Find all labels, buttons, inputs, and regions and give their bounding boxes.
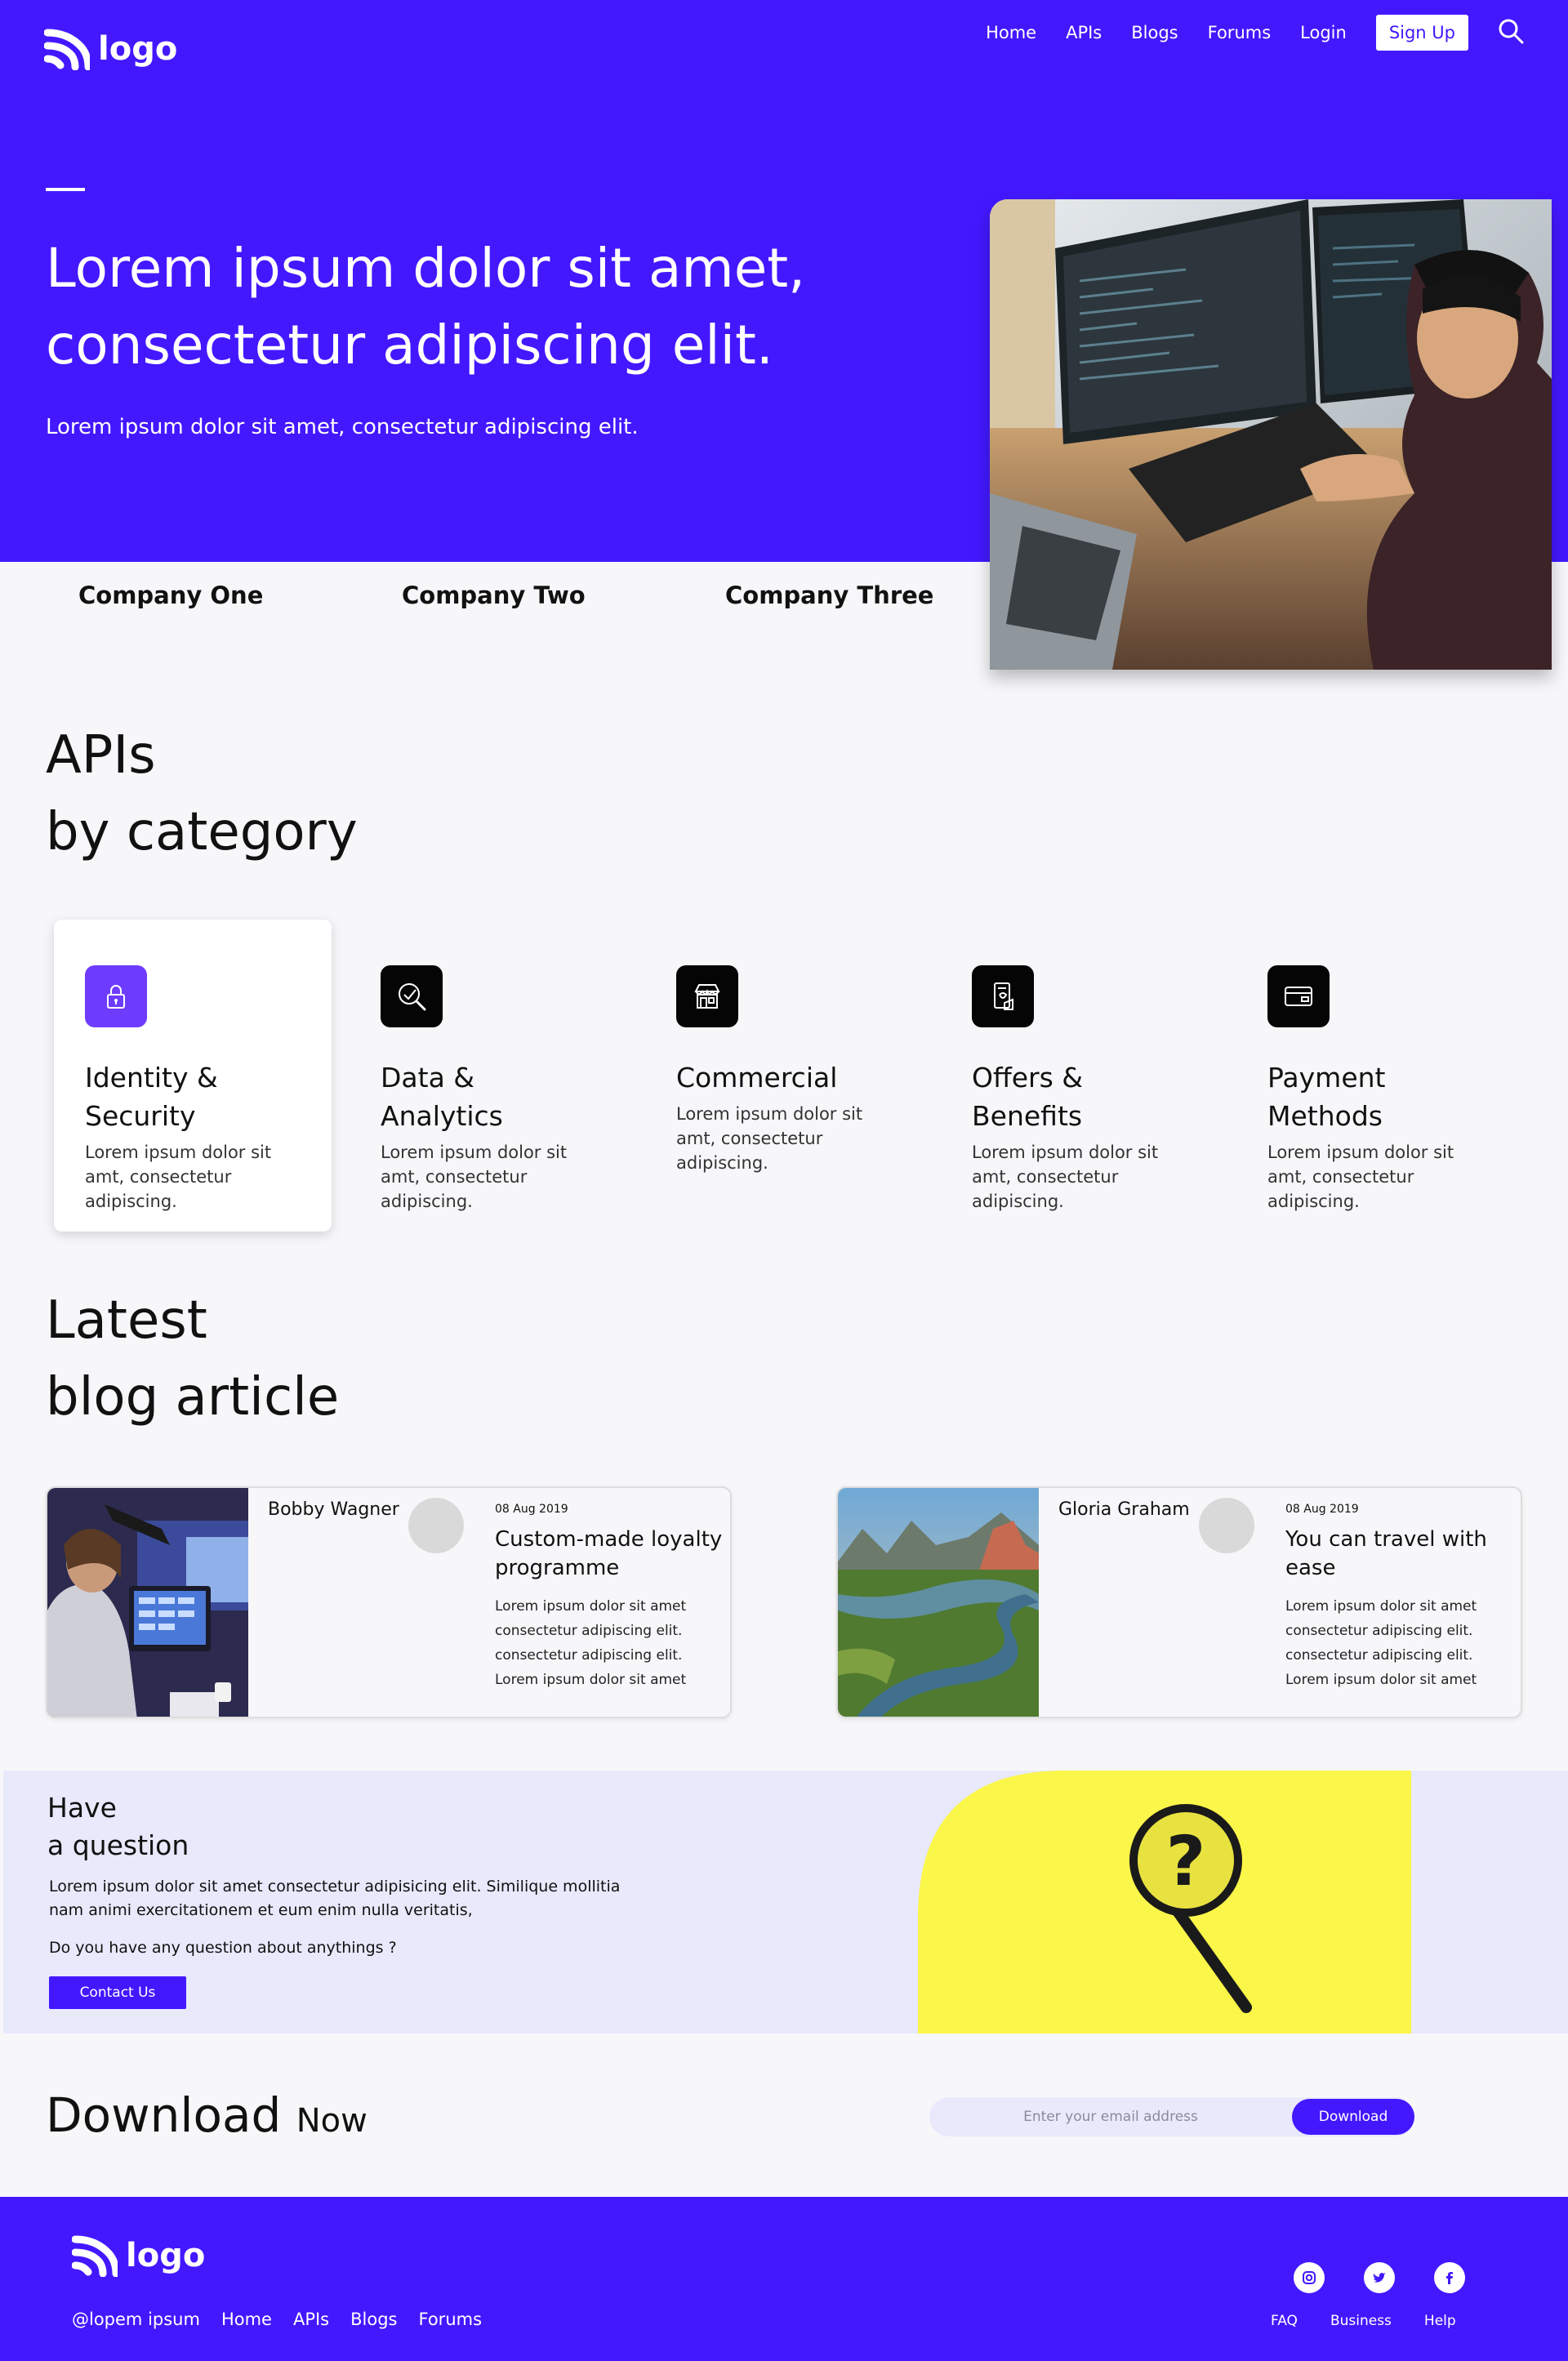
facebook-icon[interactable] [1434,2262,1465,2293]
avatar [1199,1498,1254,1553]
social-links [1294,2262,1465,2293]
category-desc: Lorem ipsum dolor sit amt, consectetur a… [381,1143,568,1211]
blog-title[interactable]: Custom-made loyalty programme [495,1526,724,1583]
category-desc: Lorem ipsum dolor sit amt, consectetur a… [972,1143,1159,1211]
twitter-icon[interactable] [1364,2262,1395,2293]
category-desc: Lorem ipsum dolor sit amt, consectetur a… [85,1143,272,1211]
download-title-main: Download [46,2087,282,2143]
category-card-offers-benefits[interactable]: Offers & Benefits Lorem ipsum dolor sit … [941,920,1218,1232]
nav-login[interactable]: Login [1300,23,1347,42]
nav-blogs[interactable]: Blogs [1131,23,1178,42]
analytics-icon [381,965,443,1027]
company-one: Company One [78,581,264,609]
footer-links: @lopem ipsum Home APIs Blogs Forums [72,2310,482,2329]
hero-image [990,199,1552,670]
category-title: Data & Analytics [381,1062,503,1132]
hero-subtitle: Lorem ipsum dolor sit amet, consectetur … [46,415,639,439]
footer-copyright: @lopem ipsum [72,2310,200,2329]
company-three: Company Three [725,581,934,609]
footer-help-links: FAQ Business Help [1271,2313,1456,2329]
category-title: Offers & Benefits [972,1062,1083,1132]
apis-title-line2: by category [46,802,358,862]
blog-author: Gloria Graham [1058,1499,1190,1520]
footer-link-faq[interactable]: FAQ [1271,2313,1298,2329]
question-section: Have a question Lorem ipsum dolor sit am… [3,1771,1568,2034]
blog-date: 08 Aug 2019 [1285,1503,1359,1516]
question-title-line2: a question [47,1829,189,1861]
blog-image [838,1488,1039,1717]
footer-link-blogs[interactable]: Blogs [350,2310,397,2329]
footer-link-help[interactable]: Help [1424,2313,1456,2329]
blog-excerpt: Lorem ipsum dolor sit amet consectetur a… [1285,1598,1477,1688]
blog-title[interactable]: You can travel with ease [1285,1526,1514,1583]
footer-link-apis[interactable]: APIs [293,2310,329,2329]
company-two: Company Two [402,581,586,609]
footer-link-forums[interactable]: Forums [419,2310,483,2329]
download-title-small: Now [296,2102,368,2140]
nav-home[interactable]: Home [986,23,1036,42]
category-desc: Lorem ipsum dolor sit amt, consectetur a… [676,1104,863,1173]
logo-text: logo [98,30,178,68]
question-title-line1: Have [47,1792,117,1824]
blog-image [47,1488,248,1717]
blog-title-line1: Latest [46,1290,207,1351]
hero-accent-line [46,188,85,191]
footer-link-home[interactable]: Home [221,2310,272,2329]
download-button[interactable]: Download [1292,2099,1414,2135]
card-icon [1267,965,1330,1027]
blog-author: Bobby Wagner [268,1499,399,1520]
svg-text:?: ? [1166,1821,1206,1901]
footer-logo[interactable]: logo [71,2234,206,2278]
blog-date: 08 Aug 2019 [495,1503,568,1516]
logo-text: logo [126,2237,206,2274]
category-card-identity-security[interactable]: Identity & Security Lorem ipsum dolor si… [54,920,332,1232]
signup-button[interactable]: Sign Up [1375,15,1468,51]
category-card-payment-methods[interactable]: Payment Methods Lorem ipsum dolor sit am… [1236,920,1514,1232]
instagram-icon[interactable] [1294,2262,1325,2293]
category-desc: Lorem ipsum dolor sit amt, consectetur a… [1267,1143,1454,1211]
logo-icon [43,28,92,71]
question-image: ? [918,1771,1411,2034]
hero-title: Lorem ipsum dolor sit amet, consectetur … [46,237,806,376]
store-icon [676,965,738,1027]
category-title: Identity & Security [85,1062,218,1132]
top-nav: Home APIs Blogs Forums Login Sign Up [986,15,1524,51]
offers-icon [972,965,1034,1027]
logo-icon [71,2234,120,2278]
question-ask: Do you have any question about anythings… [49,1939,397,1957]
category-card-commercial[interactable]: Commercial Lorem ipsum dolor sit amt, co… [645,920,923,1232]
blog-card[interactable]: Bobby Wagner 08 Aug 2019 Custom-made loy… [46,1486,732,1718]
question-text: Lorem ipsum dolor sit amet consectetur a… [49,1878,621,1919]
blog-title-line2: blog article [46,1367,340,1428]
contact-us-button[interactable]: Contact Us [49,1976,186,2009]
search-icon[interactable] [1498,18,1524,48]
blog-excerpt: Lorem ipsum dolor sit amet consectetur a… [495,1598,687,1688]
blog-card[interactable]: Gloria Graham 08 Aug 2019 You can travel… [836,1486,1522,1718]
logo[interactable]: logo [43,28,178,71]
nav-apis[interactable]: APIs [1066,23,1102,42]
category-card-data-analytics[interactable]: Data & Analytics Lorem ipsum dolor sit a… [350,920,627,1232]
apis-title-line1: APIs [46,725,156,786]
footer: logo @lopem ipsum Home APIs Blogs Forums… [0,2197,1568,2361]
download-title: Download Now [46,2087,368,2143]
avatar [408,1498,464,1553]
nav-forums[interactable]: Forums [1208,23,1272,42]
footer-link-business[interactable]: Business [1330,2313,1392,2329]
email-input[interactable] [929,2097,1292,2136]
category-title: Commercial [676,1062,838,1094]
lock-icon [85,965,147,1027]
category-title: Payment Methods [1267,1062,1386,1132]
